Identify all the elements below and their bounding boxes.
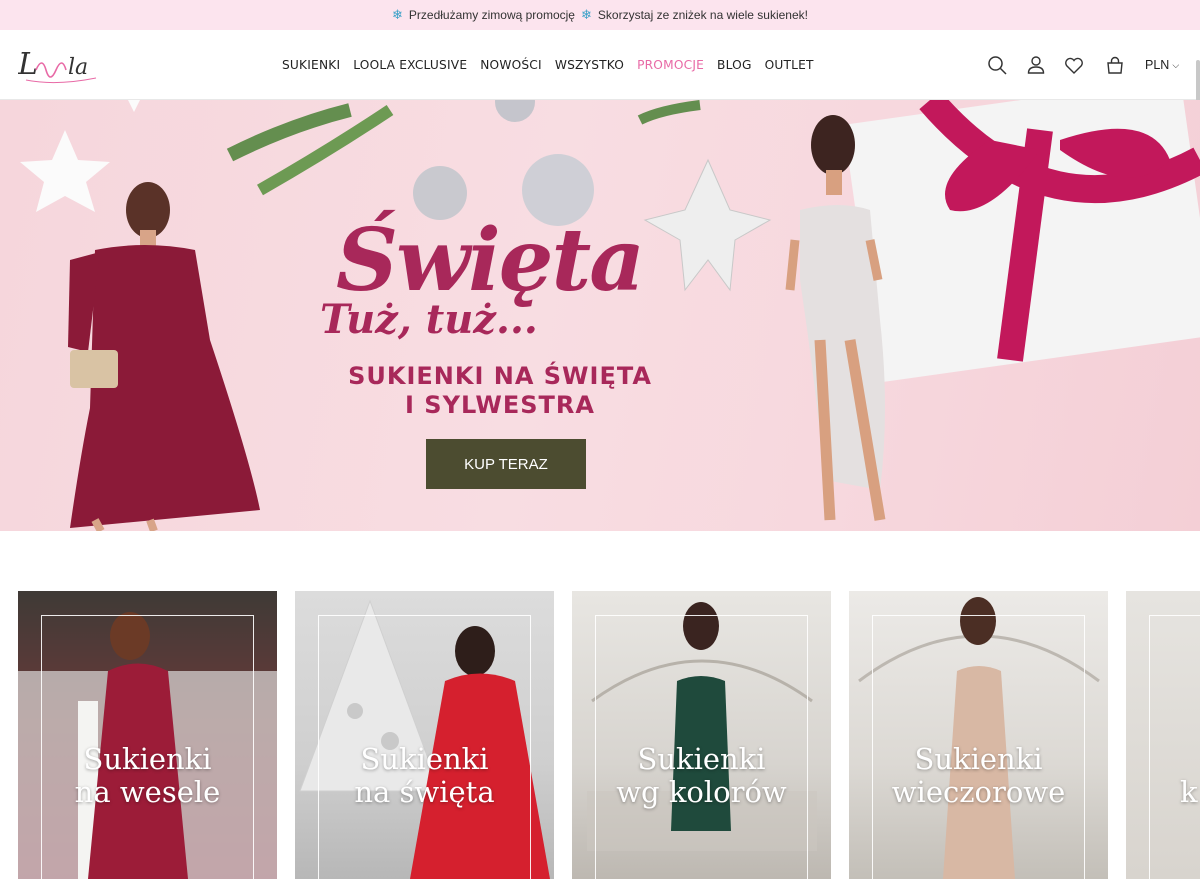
site-header: L la SUKIENKI LOOLA EXCLUSIVE NOWOŚCI WS… [0,30,1200,120]
nav-item-sukienki[interactable]: SUKIENKI [282,58,340,72]
category-label-line2: k [1180,775,1198,809]
chevron-down-icon: ⌵ [1172,59,1180,70]
category-label-line1: Sukienki [83,742,212,776]
svg-text:L: L [18,47,38,82]
promo-text: Przedłużamy zimową promocję [408,8,575,22]
category-label: Sukienki wg kolorów [572,743,831,809]
promo-text-2: Skorzystaj ze zniżek na wiele sukienek! [597,8,808,22]
svg-text:la: la [68,55,88,80]
nav-item-outlet[interactable]: OUTLET [765,58,814,72]
category-label: Sukienki na wesele [18,743,277,809]
hero-subtitle: Tuż, tuż... [320,296,538,343]
main-nav: SUKIENKI LOOLA EXCLUSIVE NOWOŚCI WSZYSTK… [282,30,827,100]
star-decoration [128,100,140,112]
category-tile-wieczorowe[interactable]: Sukienki wieczorowe [849,591,1108,879]
category-label: Sukienki na święta [295,743,554,809]
category-label-line2: na wesele [74,775,221,809]
user-icon[interactable] [1025,54,1047,76]
category-label-line2: wieczorowe [891,775,1066,809]
model-head [126,182,170,238]
currency-label: PLN [1145,58,1170,72]
category-label-line1: Sukienki [360,742,489,776]
category-tile-kolory[interactable]: Sukienki wg kolorów [572,591,831,879]
bow-decoration [643,158,772,292]
category-tile-swieta[interactable]: Sukienki na święta [295,591,554,879]
hero-banner[interactable]: Święta Tuż, tuż... SUKIENKI NA ŚWIĘTA I … [0,100,1200,531]
bag-icon[interactable] [1104,54,1126,76]
search-icon[interactable] [986,54,1008,76]
nav-item-nowosci[interactable]: NOWOŚCI [480,58,542,72]
category-label: k [1126,743,1200,809]
promo-bar: ❄ Przedłużamy zimową promocję ❄ Skorzyst… [0,0,1200,30]
model-head [811,115,855,175]
category-label-line1: Sukienki [637,742,766,776]
hero-decoration [20,100,1200,531]
nav-item-blog[interactable]: BLOG [717,58,752,72]
category-tile-wesele[interactable]: Sukienki na wesele [18,591,277,879]
logo[interactable]: L la [17,40,98,86]
snowflake-icon: ❄ [392,7,403,22]
snowflake-icon: ❄ [580,7,592,22]
clutch-bag [70,350,118,388]
nav-item-loola-exclusive[interactable]: LOOLA EXCLUSIVE [353,58,467,72]
category-tile-next[interactable]: k [1126,591,1200,879]
shop-now-button[interactable]: KUP TERAZ [426,439,586,489]
category-label-line1: Sukienki [914,742,1043,776]
category-label: Sukienki wieczorowe [849,743,1108,809]
heart-icon[interactable] [1063,54,1085,76]
star-decoration [20,130,110,212]
currency-selector[interactable]: PLN ⌵ [1145,58,1179,72]
hero-headline: SUKIENKI NA ŚWIĘTA I SYLWESTRA [348,362,652,419]
nav-item-promocje[interactable]: PROMOCJE [637,58,704,72]
nav-item-wszystko[interactable]: WSZYSTKO [555,58,624,72]
category-label-line2: wg kolorów [616,775,787,809]
bauble-decoration [495,100,535,122]
category-label-line2: na święta [354,775,495,809]
